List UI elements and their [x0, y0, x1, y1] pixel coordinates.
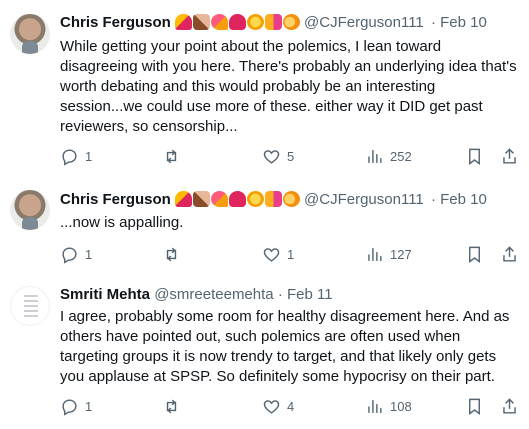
view-count: 252: [390, 149, 412, 164]
view-count: 108: [390, 399, 412, 414]
avatar[interactable]: [10, 286, 50, 326]
reply-icon: [62, 399, 77, 416]
retweet-button[interactable]: [162, 147, 187, 166]
avatar[interactable]: [10, 190, 50, 230]
author-name[interactable]: Smriti Mehta: [60, 286, 150, 303]
share-button[interactable]: [500, 147, 519, 166]
reply-button[interactable]: 1: [60, 397, 92, 416]
share-button[interactable]: [500, 397, 519, 416]
tweet-actions: 1 5 252: [60, 147, 519, 167]
like-button[interactable]: 1: [262, 245, 294, 264]
reply-button[interactable]: 1: [60, 147, 92, 166]
like-count: 1: [287, 247, 295, 262]
tweet-header: Smriti Mehta @smreeteemehta · Feb 11: [60, 285, 521, 305]
bookmark-icon: [469, 398, 480, 416]
share-icon: [503, 246, 516, 262]
like-button[interactable]: 4: [262, 397, 294, 416]
retweet-icon: [166, 149, 177, 164]
tweet-actions: 1 4 108: [60, 397, 519, 417]
author-handle[interactable]: @CJFerguson111: [304, 191, 427, 208]
like-count: 5: [287, 149, 295, 164]
tweet-date[interactable]: Feb 10: [440, 191, 487, 208]
tweet-date[interactable]: Feb 10: [440, 14, 487, 31]
reply-count: 1: [85, 247, 93, 262]
tweet-header: Chris Ferguson @CJFerguson111 · Feb 10: [60, 13, 521, 33]
bookmark-button[interactable]: [465, 397, 484, 416]
share-icon: [503, 148, 516, 164]
tweet-text: ...now is appalling.: [60, 214, 184, 231]
bookmark-button[interactable]: [465, 245, 484, 264]
reply-button[interactable]: 1: [60, 245, 92, 264]
views-button[interactable]: 127: [365, 245, 412, 264]
tweet-text: While getting your point about the polem…: [60, 38, 517, 135]
tweet-header: Chris Ferguson @CJFerguson111 · Feb 10: [60, 190, 521, 210]
reply-icon: [62, 247, 77, 264]
heart-icon: [263, 400, 280, 414]
tweet[interactable]: Chris Ferguson @CJFerguson111 · Feb 10 W…: [0, 0, 529, 178]
like-count: 4: [287, 399, 295, 414]
tweet-actions: 1 1 127: [60, 245, 519, 265]
views-button[interactable]: 108: [365, 397, 412, 416]
author-handle[interactable]: @smreeteemehta: [154, 286, 273, 303]
bookmark-button[interactable]: [465, 147, 484, 166]
views-icon: [368, 150, 382, 163]
heart-icon: [263, 150, 280, 164]
tweet[interactable]: Smriti Mehta @smreeteemehta · Feb 11 I a…: [0, 276, 529, 429]
separator-dot: ·: [430, 191, 436, 208]
tweet-date[interactable]: Feb 11: [287, 286, 333, 303]
emoji-badges: [174, 191, 300, 207]
tweet[interactable]: Chris Ferguson @CJFerguson111 · Feb 10 .…: [0, 178, 529, 276]
share-button[interactable]: [500, 245, 519, 264]
reply-icon: [62, 149, 77, 166]
reply-count: 1: [85, 149, 93, 164]
bookmark-icon: [469, 148, 480, 166]
separator-dot: ·: [277, 286, 283, 303]
views-button[interactable]: 252: [365, 147, 412, 166]
author-handle[interactable]: @CJFerguson111: [304, 14, 427, 31]
author-name[interactable]: Chris Ferguson: [60, 14, 171, 31]
retweet-button[interactable]: [162, 397, 187, 416]
views-icon: [368, 248, 382, 261]
retweet-icon: [166, 247, 177, 262]
author-name[interactable]: Chris Ferguson: [60, 191, 171, 208]
emoji-badges: [174, 14, 300, 30]
retweet-button[interactable]: [162, 245, 187, 264]
like-button[interactable]: 5: [262, 147, 294, 166]
separator-dot: ·: [430, 14, 436, 31]
retweet-icon: [166, 399, 177, 414]
view-count: 127: [390, 247, 412, 262]
tweet-text: I agree, probably some room for healthy …: [60, 308, 510, 385]
share-icon: [503, 398, 516, 414]
reply-count: 1: [85, 399, 93, 414]
bookmark-icon: [469, 246, 480, 264]
heart-icon: [263, 248, 280, 262]
views-icon: [368, 400, 382, 413]
avatar[interactable]: [10, 14, 50, 54]
